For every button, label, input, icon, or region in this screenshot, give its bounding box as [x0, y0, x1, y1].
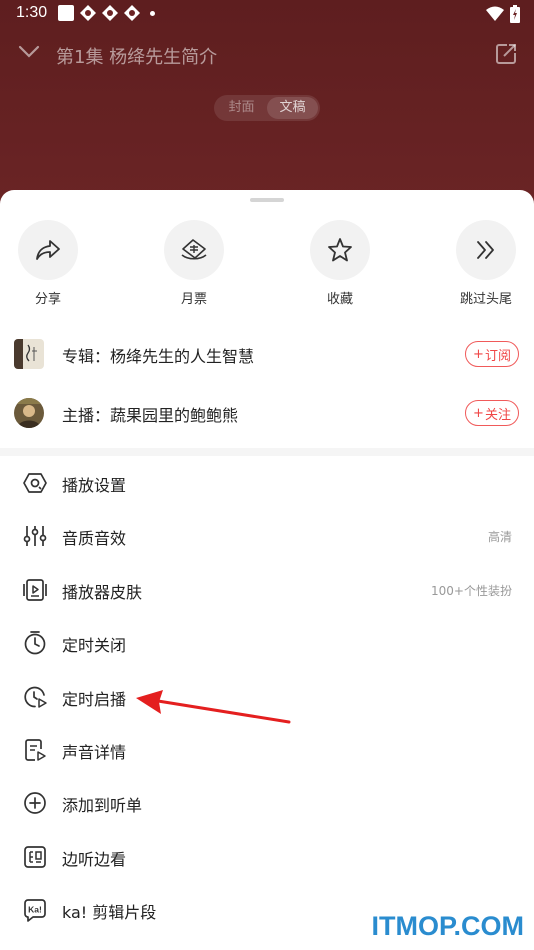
- menu-item-add-to-list[interactable]: 添加到听单: [0, 776, 534, 829]
- menu-label: 播放器皮肤: [62, 582, 143, 602]
- menu-label: 定时启播: [62, 689, 127, 709]
- system-icons: [486, 5, 520, 23]
- menu-label: 音质音效: [62, 529, 127, 549]
- tab-cover[interactable]: 封面: [216, 97, 267, 119]
- host-label: 主播：蔬果园里的鲍鲍熊: [62, 406, 239, 425]
- skip-intro-outro-button[interactable]: 跳过头尾: [446, 220, 526, 307]
- menu-label: 播放设置: [62, 476, 127, 495]
- skip-icon: [477, 241, 494, 259]
- skip-intro-outro-label: 跳过头尾: [459, 292, 512, 307]
- favorite-label: 收藏: [326, 292, 353, 307]
- host-row[interactable]: 主播：蔬果园里的鲍鲍熊 + 关注: [0, 394, 534, 434]
- menu-item-listen-watch[interactable]: 边听边看: [0, 830, 534, 883]
- tab-script[interactable]: 文稿: [267, 97, 318, 119]
- battery-icon: [510, 5, 520, 23]
- quick-actions: 分享 月票 收藏 跳过头尾: [0, 220, 534, 310]
- app-notification-icon: [102, 5, 118, 21]
- section-divider: [0, 448, 534, 456]
- play-settings-icon: [23, 473, 47, 493]
- menu-item-scheduled-play[interactable]: 定时启播: [0, 670, 534, 723]
- star-icon: [328, 238, 352, 262]
- svg-text:Ka!: Ka!: [28, 905, 42, 915]
- status-bar: 1:30: [0, 0, 534, 28]
- details-icon: [25, 739, 46, 761]
- chevron-down-icon[interactable]: [18, 45, 40, 59]
- app-notification-icon: [80, 5, 96, 21]
- plus-icon: +: [473, 405, 484, 421]
- ticket-label: 月票: [180, 292, 207, 307]
- equalizer-icon: [23, 526, 47, 547]
- notification-icons: [58, 5, 155, 21]
- menu-item-play-settings[interactable]: 播放设置: [0, 456, 534, 509]
- album-row[interactable]: 专辑：杨绛先生的人生智慧 + 订阅: [0, 335, 534, 375]
- timer-icon: [24, 631, 46, 655]
- share-label: 分享: [34, 292, 61, 307]
- ticket-button[interactable]: 月票: [154, 220, 234, 307]
- options-menu: 播放设置 音质音效 高清 播放器皮肤 100+个性装扮 定时关闭 定时启播 声音…: [0, 456, 534, 937]
- timer-play-icon: [24, 686, 47, 708]
- skin-icon: [23, 578, 47, 601]
- listen-watch-icon: [24, 845, 46, 868]
- edit-icon[interactable]: [494, 42, 518, 66]
- player-header: 第1集 杨绛先生简介: [18, 40, 518, 70]
- menu-label: 添加到听单: [62, 796, 143, 816]
- share-icon: [36, 240, 60, 260]
- menu-item-audio-details[interactable]: 声音详情: [0, 723, 534, 776]
- ka-clip-icon: Ka!: [24, 899, 46, 922]
- wifi-icon: [486, 6, 504, 21]
- favorite-button[interactable]: 收藏: [300, 220, 380, 307]
- more-notifications-dot: [150, 10, 155, 16]
- menu-item-player-skin[interactable]: 播放器皮肤 100+个性装扮: [0, 563, 534, 616]
- menu-value: 高清: [487, 530, 512, 545]
- host-avatar: [14, 398, 44, 428]
- menu-label: 边听边看: [62, 849, 127, 869]
- menu-label: ka! 剪辑片段: [62, 903, 157, 923]
- ticket-icon: [181, 239, 207, 260]
- status-time: 1:30: [16, 4, 48, 21]
- menu-label: 声音详情: [62, 742, 127, 762]
- share-button[interactable]: 分享: [8, 220, 88, 307]
- follow-label: 关注: [484, 407, 511, 423]
- album-label: 专辑：杨绛先生的人生智慧: [62, 347, 255, 366]
- menu-item-sleep-timer[interactable]: 定时关闭: [0, 616, 534, 669]
- follow-button[interactable]: + 关注: [465, 400, 519, 426]
- menu-value: 100+个性装扮: [431, 583, 512, 598]
- cover-script-toggle: 封面 文稿: [214, 95, 320, 121]
- menu-item-audio-quality[interactable]: 音质音效 高清: [0, 509, 534, 562]
- subscribe-label: 订阅: [484, 348, 511, 364]
- more-options-sheet: 分享 月票 收藏 跳过头尾 专辑：杨绛先生的人生智慧 + 订阅 主播：蔬果园里的…: [0, 190, 534, 950]
- subscribe-button[interactable]: + 订阅: [465, 341, 519, 367]
- add-circle-icon: [24, 792, 46, 815]
- menu-label: 定时关闭: [62, 636, 127, 656]
- watermark: ITMOP.COM: [371, 911, 524, 941]
- notification-square-icon: [58, 5, 74, 21]
- app-notification-icon: [124, 5, 140, 21]
- album-cover: [14, 339, 44, 369]
- sheet-drag-handle[interactable]: [250, 198, 284, 202]
- plus-icon: +: [473, 346, 484, 362]
- episode-title: 第1集 杨绛先生简介: [56, 47, 218, 68]
